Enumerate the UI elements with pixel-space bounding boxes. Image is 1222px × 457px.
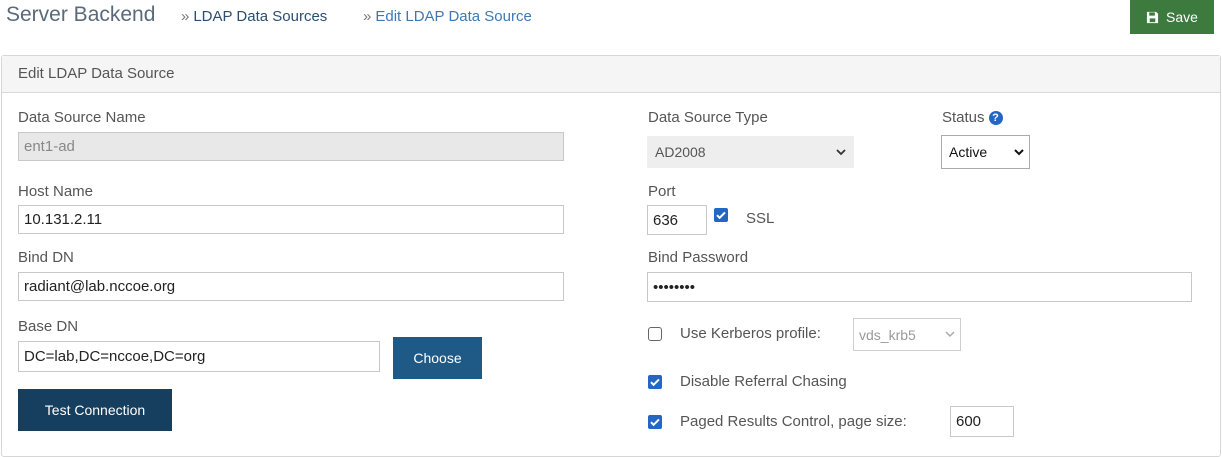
panel-title: Edit LDAP Data Source	[2, 56, 1220, 93]
breadcrumb-separator: »	[181, 8, 190, 25]
bind-dn-field[interactable]	[18, 272, 564, 301]
host-name-label: Host Name	[18, 183, 94, 200]
breadcrumb-root[interactable]: Server Backend	[6, 3, 155, 27]
chevron-down-icon	[945, 331, 955, 338]
bind-password-label: Bind Password	[648, 249, 749, 266]
breadcrumb-label: Edit LDAP Data Source	[375, 8, 532, 25]
checkmark-icon	[650, 418, 660, 427]
top-bar: Server Backend » LDAP Data Sources » Edit …	[0, 0, 1222, 37]
ssl-checkbox[interactable]	[714, 208, 728, 222]
port-field[interactable]	[647, 205, 707, 235]
disable-referral-checkbox[interactable]	[648, 375, 662, 389]
checkmark-icon	[650, 378, 660, 387]
status-label-text: Status	[942, 109, 985, 126]
page-size-field[interactable]	[950, 406, 1014, 437]
base-dn-label: Base DN	[18, 318, 79, 335]
kerberos-profile-select[interactable]: vds_krb5	[853, 318, 961, 351]
chevron-down-icon	[1014, 148, 1024, 155]
data-source-type-label: Data Source Type	[648, 109, 768, 126]
base-dn-field[interactable]	[18, 341, 380, 372]
disable-referral-label: Disable Referral Chasing	[680, 373, 847, 390]
data-source-type-value: AD2008	[655, 144, 706, 160]
question-circle-icon[interactable]: ?	[988, 111, 1003, 125]
data-source-name-field	[18, 132, 564, 161]
chevron-down-icon	[836, 148, 846, 155]
breadcrumb-item-ldap-data-sources[interactable]: » LDAP Data Sources	[181, 8, 327, 25]
data-source-type-select[interactable]: AD2008	[647, 136, 854, 168]
save-button[interactable]: Save	[1130, 0, 1214, 34]
choose-button[interactable]: Choose	[393, 337, 482, 379]
paged-results-checkbox[interactable]	[648, 415, 662, 429]
bind-dn-label: Bind DN	[18, 249, 74, 266]
status-label: Status?	[942, 109, 1003, 126]
bind-password-field[interactable]	[647, 272, 1192, 302]
test-connection-button[interactable]: Test Connection	[18, 389, 172, 431]
ssl-label: SSL	[746, 210, 775, 227]
host-name-field[interactable]	[18, 205, 564, 234]
edit-panel: Edit LDAP Data Source	[1, 55, 1221, 457]
kerberos-profile-value: vds_krb5	[859, 326, 916, 343]
paged-results-label: Paged Results Control, page size:	[680, 413, 907, 430]
floppy-disk-icon	[1146, 11, 1159, 23]
breadcrumb-label: LDAP Data Sources	[193, 8, 328, 25]
status-select[interactable]: Active	[941, 135, 1030, 169]
use-kerberos-checkbox[interactable]	[648, 327, 662, 341]
save-label: Save	[1166, 9, 1198, 25]
use-kerberos-label: Use Kerberos profile:	[680, 325, 821, 342]
data-source-name-label: Data Source Name	[18, 109, 146, 126]
checkmark-icon	[716, 211, 726, 220]
breadcrumb-separator: »	[363, 8, 372, 25]
status-value: Active	[949, 144, 988, 160]
breadcrumb-item-edit-ldap-data-source[interactable]: » Edit LDAP Data Source	[363, 8, 532, 25]
port-label: Port	[648, 183, 676, 200]
